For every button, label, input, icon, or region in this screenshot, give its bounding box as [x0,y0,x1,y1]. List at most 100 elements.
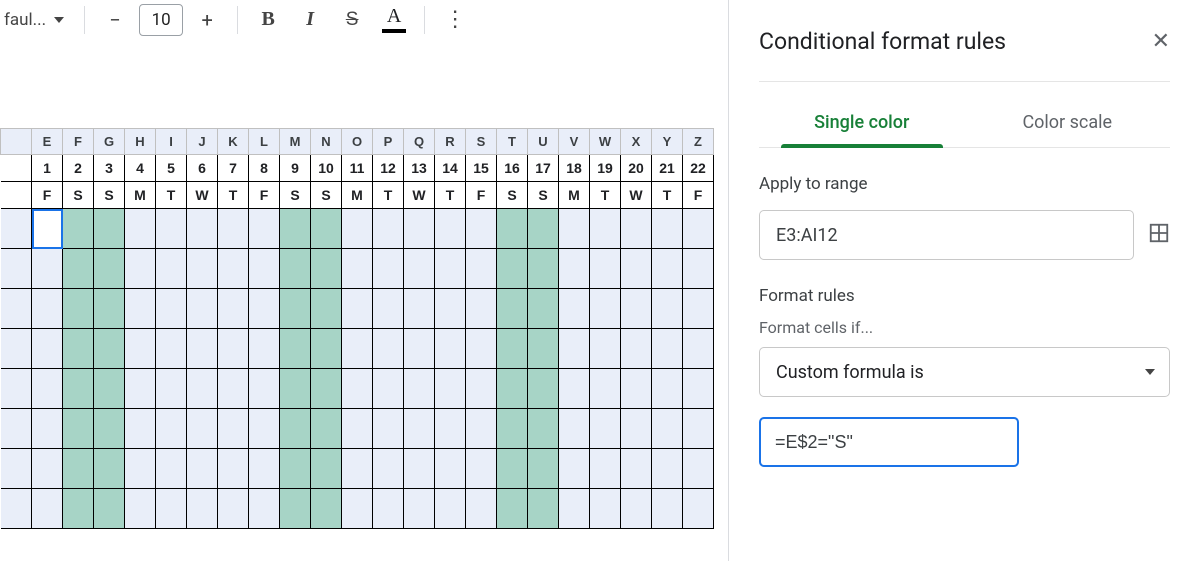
cell[interactable] [156,489,187,529]
column-header[interactable]: R [435,129,466,155]
cell[interactable]: 1 [32,155,63,182]
font-size-decrease[interactable]: − [97,2,133,38]
cell[interactable] [435,249,466,289]
cell[interactable]: W [621,182,652,209]
cell[interactable]: S [94,182,125,209]
cell[interactable] [125,449,156,489]
cell[interactable] [63,209,94,249]
cell[interactable] [683,249,714,289]
cell[interactable] [218,369,249,409]
cell[interactable] [621,329,652,369]
cell[interactable]: 6 [187,155,218,182]
font-family-select[interactable]: faul... [0,2,72,38]
cell[interactable]: 17 [528,155,559,182]
cell[interactable]: F [249,182,280,209]
cell[interactable] [683,369,714,409]
column-header[interactable]: P [373,129,404,155]
cell[interactable] [249,449,280,489]
cell[interactable] [559,249,590,289]
cell[interactable] [404,409,435,449]
cell[interactable]: W [187,182,218,209]
cell[interactable] [435,489,466,529]
cell[interactable] [63,249,94,289]
cell[interactable] [404,329,435,369]
cell[interactable] [621,409,652,449]
cell[interactable] [373,369,404,409]
cell[interactable] [528,249,559,289]
column-header[interactable]: M [280,129,311,155]
cell[interactable]: 2 [63,155,94,182]
cell[interactable]: S [528,182,559,209]
cell[interactable] [249,409,280,449]
cell[interactable]: M [559,182,590,209]
column-header[interactable]: Y [652,129,683,155]
cell[interactable] [373,289,404,329]
cell[interactable] [94,329,125,369]
cell[interactable]: 3 [94,155,125,182]
select-range-icon[interactable] [1148,222,1170,248]
cell[interactable] [63,369,94,409]
cell[interactable] [528,489,559,529]
cell[interactable] [528,449,559,489]
cell[interactable] [559,409,590,449]
cell[interactable] [466,289,497,329]
cell[interactable] [342,409,373,449]
cell[interactable] [63,289,94,329]
cell[interactable] [156,249,187,289]
column-header[interactable]: K [218,129,249,155]
cell[interactable] [559,289,590,329]
cell[interactable] [249,489,280,529]
cell[interactable] [373,449,404,489]
cell[interactable] [187,289,218,329]
cell[interactable] [311,369,342,409]
cell[interactable]: 14 [435,155,466,182]
close-button[interactable]: ✕ [1152,29,1170,54]
column-header[interactable]: H [125,129,156,155]
cell[interactable] [218,449,249,489]
cell[interactable] [683,489,714,529]
cell[interactable] [621,249,652,289]
cell[interactable] [404,449,435,489]
cell[interactable] [32,409,63,449]
cell[interactable]: T [435,182,466,209]
cell[interactable] [311,289,342,329]
column-header[interactable]: O [342,129,373,155]
cell[interactable] [249,209,280,249]
cell[interactable] [187,209,218,249]
cell[interactable]: F [32,182,63,209]
cell[interactable] [404,489,435,529]
cell[interactable]: T [218,182,249,209]
cell[interactable] [249,249,280,289]
tab-color-scale[interactable]: Color scale [965,100,1171,147]
cell[interactable] [94,249,125,289]
font-size-input[interactable]: 10 [139,4,183,36]
column-header[interactable]: F [63,129,94,155]
cell[interactable]: T [373,182,404,209]
italic-button[interactable]: I [292,2,328,38]
cell[interactable] [466,249,497,289]
strikethrough-button[interactable]: S [334,2,370,38]
cell[interactable]: 8 [249,155,280,182]
cell[interactable] [342,449,373,489]
column-header[interactable]: N [311,129,342,155]
column-header[interactable]: U [528,129,559,155]
condition-select[interactable]: Custom formula is [759,347,1170,397]
cell[interactable]: S [280,182,311,209]
cell[interactable] [466,409,497,449]
cell[interactable] [311,449,342,489]
cell[interactable] [652,289,683,329]
cell[interactable] [187,489,218,529]
column-header[interactable]: Q [404,129,435,155]
column-header[interactable]: E [32,129,63,155]
cell[interactable] [466,209,497,249]
cell[interactable] [94,289,125,329]
cell[interactable] [528,329,559,369]
cell[interactable] [528,369,559,409]
cell[interactable] [435,369,466,409]
cell[interactable] [218,289,249,329]
cell[interactable] [342,329,373,369]
cell[interactable] [404,369,435,409]
cell[interactable] [187,369,218,409]
cell[interactable] [280,209,311,249]
cell[interactable] [218,329,249,369]
